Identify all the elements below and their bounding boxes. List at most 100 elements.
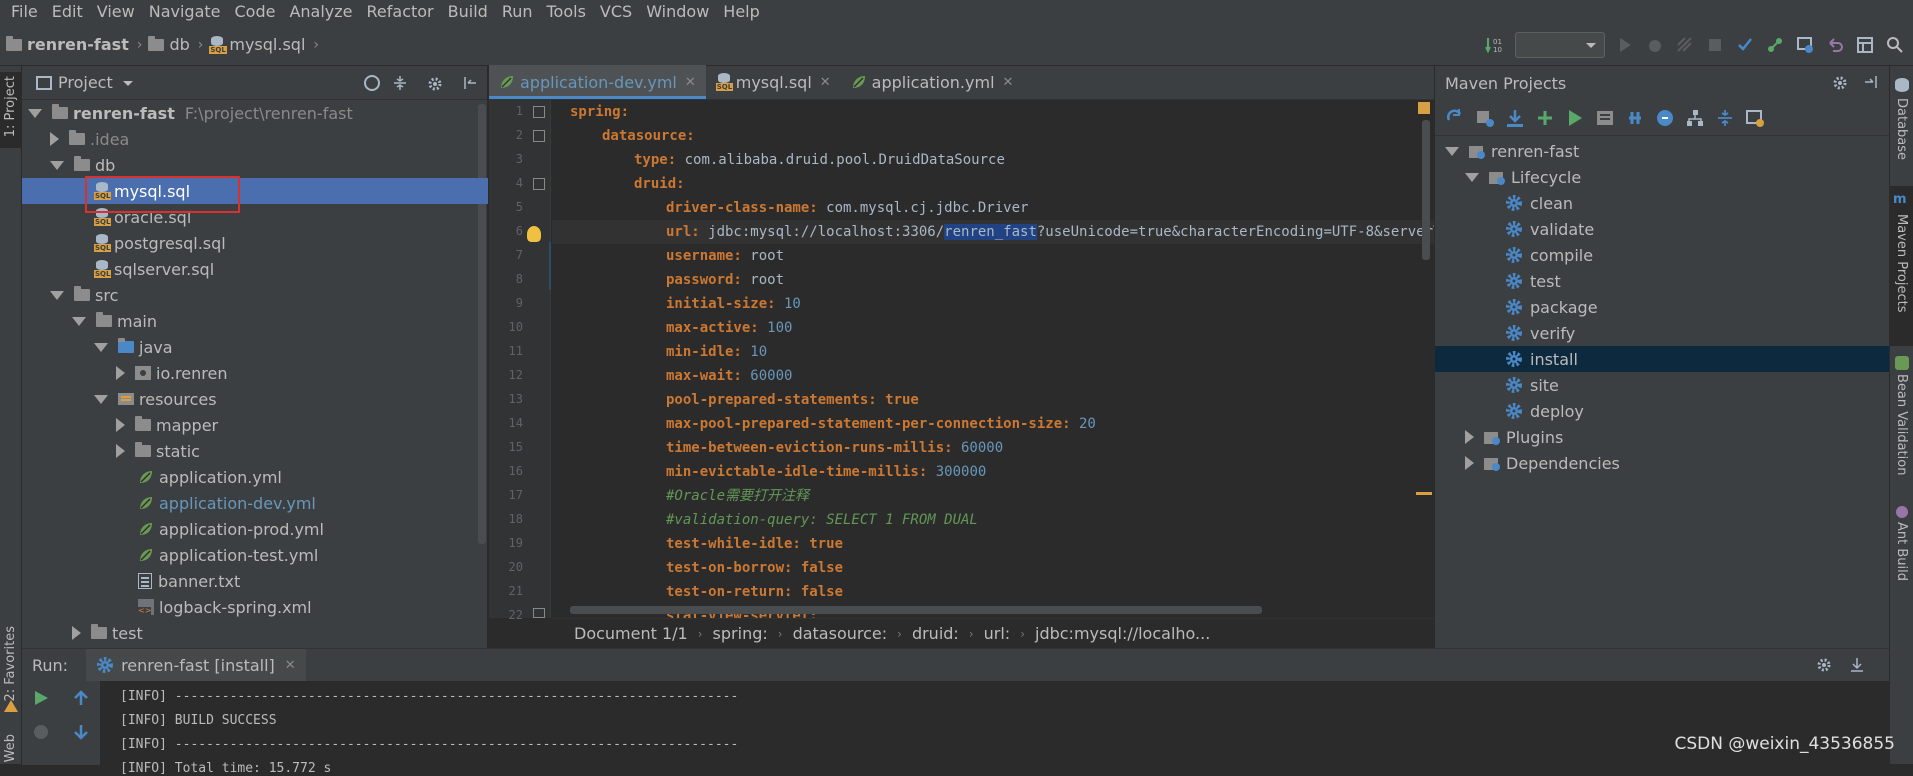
collapse-arrow-icon[interactable] — [72, 626, 81, 640]
tree-item-test[interactable]: test — [22, 620, 143, 646]
warning-marker[interactable] — [1416, 492, 1432, 495]
stop-icon[interactable] — [1705, 35, 1725, 55]
favorites-tool-label[interactable]: 2: Favorites — [3, 626, 18, 702]
expand-arrow-icon[interactable] — [50, 291, 64, 300]
fold-icon[interactable] — [533, 608, 545, 618]
collapse-arrow-icon[interactable] — [1465, 430, 1474, 444]
tree-item-mapper[interactable]: mapper — [22, 412, 218, 438]
fold-icon[interactable] — [533, 106, 545, 118]
scroll-down-icon[interactable] — [72, 723, 90, 741]
expand-arrow-icon[interactable] — [72, 317, 86, 326]
menu-build[interactable]: Build — [441, 0, 495, 24]
maven-tree-dependencies[interactable]: Dependencies — [1435, 450, 1890, 476]
maven-settings-icon[interactable] — [1745, 108, 1765, 128]
project-tool-button[interactable]: 1: Project — [0, 72, 21, 148]
expand-arrow-icon[interactable] — [50, 161, 64, 170]
build-project-icon[interactable]: 0110 — [1485, 35, 1505, 55]
breadcrumb-datasource[interactable]: datasource: — [793, 624, 888, 643]
hide-panel-icon[interactable] — [1849, 656, 1865, 674]
skip-tests-icon[interactable] — [1655, 108, 1675, 128]
bean-validation-tool-label[interactable]: Bean Validation — [1894, 374, 1909, 475]
menu-edit[interactable]: Edit — [45, 0, 90, 24]
fold-icon[interactable] — [533, 130, 545, 142]
menu-view[interactable]: View — [90, 0, 142, 24]
collapse-arrow-icon[interactable] — [116, 418, 125, 432]
vcs-commit-icon[interactable] — [1765, 35, 1785, 55]
maven-tree-plugins[interactable]: Plugins — [1435, 424, 1890, 450]
maven-tree-lifecycle[interactable]: Lifecycle — [1435, 164, 1890, 190]
maven-goal-site[interactable]: site — [1435, 372, 1890, 398]
maven-goal-install[interactable]: install — [1435, 346, 1890, 372]
lightbulb-icon[interactable] — [527, 226, 541, 242]
execute-goal-icon[interactable] — [1595, 108, 1615, 128]
nav-crumb-folder[interactable]: db › — [148, 35, 203, 54]
menu-navigate[interactable]: Navigate — [142, 0, 228, 24]
project-scrollbar[interactable] — [478, 104, 486, 544]
vcs-history-icon[interactable] — [1795, 35, 1815, 55]
tree-item-renren-fast[interactable]: renren-fast F:\project\renren-fast — [22, 100, 353, 126]
maven-goal-package[interactable]: package — [1435, 294, 1890, 320]
collapse-all-icon[interactable] — [392, 75, 408, 91]
breadcrumb-url[interactable]: url: — [984, 624, 1011, 643]
nav-crumb-project[interactable]: renren-fast › — [6, 35, 142, 54]
vcs-update-icon[interactable] — [1735, 35, 1755, 55]
menu-vcs[interactable]: VCS — [593, 0, 639, 24]
tree-item-src[interactable]: src — [22, 282, 118, 308]
maven-tool-button[interactable]: m Maven Projects — [1890, 186, 1913, 346]
run-configuration-select[interactable] — [1515, 32, 1605, 58]
fold-icon[interactable] — [533, 178, 545, 190]
rerun-icon[interactable] — [32, 689, 50, 707]
hide-panel-icon[interactable] — [462, 75, 478, 91]
tree-item-application-dev-yml[interactable]: application-dev.yml — [22, 490, 316, 516]
inspection-status-icon[interactable] — [1418, 102, 1430, 114]
maven-goal-compile[interactable]: compile — [1435, 242, 1890, 268]
breadcrumb-url-value[interactable]: jdbc:mysql://localho... — [1035, 624, 1210, 643]
stop-run-icon[interactable] — [32, 723, 50, 741]
project-structure-icon[interactable] — [1855, 35, 1875, 55]
tree-item-postgresql-sql[interactable]: postgresql.sql — [22, 230, 226, 256]
collapse-arrow-icon[interactable] — [50, 132, 59, 146]
web-tool-label[interactable]: Web — [3, 734, 18, 762]
maven-goal-clean[interactable]: clean — [1435, 190, 1890, 216]
expand-arrow-icon[interactable] — [1445, 147, 1459, 156]
tree-item-oracle-sql[interactable]: oracle.sql — [22, 204, 191, 230]
breadcrumb-druid[interactable]: druid: — [912, 624, 959, 643]
tree-item-application-yml[interactable]: application.yml — [22, 464, 282, 490]
ant-build-tool-label[interactable]: Ant Build — [1894, 522, 1909, 581]
tab-mysql-sql[interactable]: mysql.sql ✕ — [706, 65, 841, 99]
collapse-arrow-icon[interactable] — [116, 366, 125, 380]
chevron-down-icon[interactable] — [123, 81, 133, 91]
settings-gear-icon[interactable] — [1815, 656, 1833, 674]
tree-item-logback-spring-xml[interactable]: logback-spring.xml — [22, 594, 312, 620]
download-sources-icon[interactable] — [1505, 108, 1525, 128]
tree-item-idea[interactable]: .idea — [22, 126, 129, 152]
locate-icon[interactable] — [364, 75, 380, 91]
coverage-icon[interactable] — [1675, 35, 1695, 55]
show-dependencies-icon[interactable] — [1685, 108, 1705, 128]
tree-item-db[interactable]: db — [22, 152, 115, 178]
tree-item-java[interactable]: java — [22, 334, 173, 360]
tree-item-sqlserver-sql[interactable]: sqlserver.sql — [22, 256, 214, 282]
database-tool-label[interactable]: Database — [1894, 98, 1909, 160]
tab-application-dev-yml[interactable]: application-dev.yml ✕ — [489, 65, 706, 99]
tree-item-io-renren[interactable]: io.renren — [22, 360, 227, 386]
toggle-offline-icon[interactable] — [1625, 108, 1645, 128]
expand-arrow-icon[interactable] — [94, 343, 108, 352]
tree-item-mysql-sql[interactable]: mysql.sql — [22, 178, 488, 204]
editor-gutter[interactable]: 1 2 3 4 5 6 7 8 9 10 11 12 13 14 15 16 1… — [489, 100, 551, 618]
settings-gear-icon[interactable] — [426, 75, 444, 93]
menu-help[interactable]: Help — [716, 0, 766, 24]
run-maven-build-icon[interactable] — [1565, 108, 1585, 128]
search-everywhere-icon[interactable] — [1885, 35, 1905, 55]
menu-run[interactable]: Run — [495, 0, 540, 24]
breadcrumb-spring[interactable]: spring: — [713, 624, 768, 643]
menu-code[interactable]: Code — [228, 0, 283, 24]
collapse-arrow-icon[interactable] — [116, 444, 125, 458]
tree-item-static[interactable]: static — [22, 438, 200, 464]
project-panel-title[interactable]: Project — [58, 73, 113, 92]
expand-arrow-icon[interactable] — [1465, 173, 1479, 182]
menu-refactor[interactable]: Refactor — [360, 0, 441, 24]
maven-goal-validate[interactable]: validate — [1435, 216, 1890, 242]
tree-item-application-prod-yml[interactable]: application-prod.yml — [22, 516, 324, 542]
close-tab-icon[interactable]: ✕ — [685, 75, 696, 90]
